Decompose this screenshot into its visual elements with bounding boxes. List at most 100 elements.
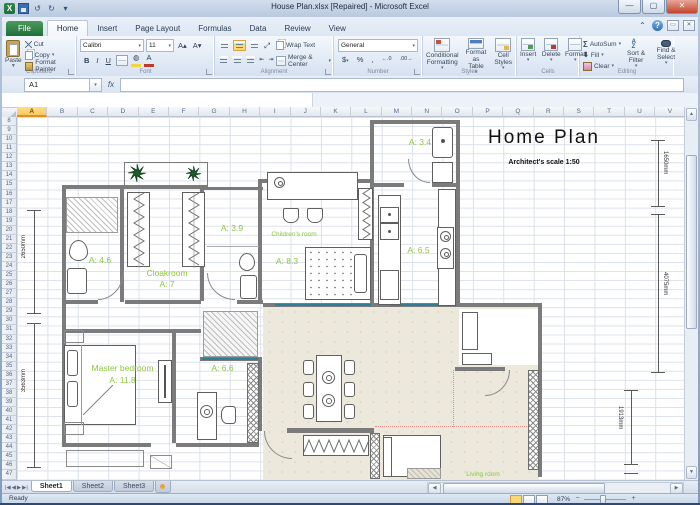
bold-button[interactable]: B	[82, 55, 91, 66]
scroll-down-button[interactable]: ▼	[686, 466, 697, 479]
row-header-29[interactable]: 29	[2, 307, 17, 316]
bottom-align-button[interactable]	[248, 40, 261, 51]
orientation-button[interactable]: ⤢	[262, 40, 272, 51]
grow-font-button[interactable]: A▴	[176, 40, 189, 51]
column-header-V[interactable]: V	[655, 107, 685, 117]
column-header-M[interactable]: M	[382, 107, 412, 117]
formula-bar-extension-input[interactable]	[2, 93, 313, 108]
alignment-dialog-launcher[interactable]	[325, 69, 331, 75]
borders-icon[interactable]	[116, 55, 128, 66]
help-icon[interactable]: ?	[652, 20, 663, 31]
font-size-select[interactable]: 11▾	[146, 39, 174, 52]
row-header-17[interactable]: 17	[2, 199, 17, 208]
row-header-45[interactable]: 45	[2, 452, 17, 461]
row-header-36[interactable]: 36	[2, 371, 17, 380]
row-header-20[interactable]: 20	[2, 226, 17, 235]
close-button[interactable]: ✕	[666, 0, 698, 14]
middle-align-button[interactable]	[233, 40, 246, 51]
sheet-tab-sheet3[interactable]: Sheet3	[114, 481, 154, 492]
wrap-text-button[interactable]: Wrap Text	[276, 41, 315, 51]
font-family-select[interactable]: Calibri▾	[80, 39, 144, 52]
cut-button[interactable]: Cut	[25, 39, 76, 49]
align-center-button[interactable]	[231, 55, 242, 66]
row-header-44[interactable]: 44	[2, 443, 17, 452]
minimize-button[interactable]: —	[618, 0, 641, 14]
ribbon-tab-page-layout[interactable]: Page Layout	[126, 21, 189, 36]
zoom-out-button[interactable]: −	[573, 495, 582, 503]
row-header-14[interactable]: 14	[2, 171, 17, 180]
column-header-N[interactable]: N	[412, 107, 442, 117]
collapse-ribbon-icon[interactable]: ⌃	[637, 20, 648, 31]
row-header-16[interactable]: 16	[2, 190, 17, 199]
column-header-P[interactable]: P	[473, 107, 503, 117]
merge-center-button[interactable]: Merge & Center▾	[276, 56, 331, 66]
row-header-43[interactable]: 43	[2, 434, 17, 443]
ribbon-tab-home[interactable]: Home	[47, 20, 88, 36]
column-header-R[interactable]: R	[534, 107, 564, 117]
increase-indent-button[interactable]: ⇥	[266, 55, 275, 66]
column-header-S[interactable]: S	[564, 107, 594, 117]
row-header-18[interactable]: 18	[2, 208, 17, 217]
row-header-8[interactable]: 8	[2, 117, 17, 126]
row-header-24[interactable]: 24	[2, 262, 17, 271]
row-header-15[interactable]: 15	[2, 180, 17, 189]
fx-icon[interactable]: fx	[102, 80, 120, 89]
row-header-27[interactable]: 27	[2, 289, 17, 298]
formula-input[interactable]	[120, 78, 684, 92]
name-box[interactable]: A1	[24, 78, 90, 92]
number-dialog-launcher[interactable]	[414, 69, 420, 75]
name-box-dropdown-icon[interactable]: ▾	[90, 78, 102, 92]
top-align-button[interactable]	[218, 40, 231, 51]
sheet-tab-sheet2[interactable]: Sheet2	[73, 481, 113, 492]
floor-plan-drawing[interactable]: Home Plan Architect's scale 1:50 A: 3.4 …	[17, 117, 685, 480]
row-header-19[interactable]: 19	[2, 217, 17, 226]
first-sheet-icon[interactable]: |◀	[5, 485, 11, 491]
shrink-font-button[interactable]: A▾	[191, 40, 204, 51]
row-header-39[interactable]: 39	[2, 398, 17, 407]
insert-worksheet-tab[interactable]	[155, 481, 171, 493]
row-header-28[interactable]: 28	[2, 298, 17, 307]
row-header-12[interactable]: 12	[2, 153, 17, 162]
column-header-I[interactable]: I	[260, 107, 290, 117]
column-header-U[interactable]: U	[625, 107, 655, 117]
column-header-G[interactable]: G	[199, 107, 229, 117]
row-header-25[interactable]: 25	[2, 271, 17, 280]
clipboard-dialog-launcher[interactable]	[68, 69, 74, 75]
row-header-23[interactable]: 23	[2, 253, 17, 262]
row-header-38[interactable]: 38	[2, 389, 17, 398]
column-header-D[interactable]: D	[108, 107, 138, 117]
row-header-33[interactable]: 33	[2, 344, 17, 353]
underline-button[interactable]: U	[104, 55, 113, 66]
column-header-Q[interactable]: Q	[503, 107, 533, 117]
row-header-32[interactable]: 32	[2, 335, 17, 344]
percent-style-button[interactable]: %	[355, 54, 366, 65]
align-left-button[interactable]	[218, 55, 229, 66]
font-color-button[interactable]: A	[144, 54, 153, 67]
ribbon-tab-view[interactable]: View	[320, 21, 355, 36]
row-header-37[interactable]: 37	[2, 380, 17, 389]
italic-button[interactable]: I	[94, 55, 100, 66]
prev-sheet-icon[interactable]: ◀	[12, 485, 16, 491]
row-header-41[interactable]: 41	[2, 416, 17, 425]
column-header-L[interactable]: L	[351, 107, 381, 117]
ribbon-tab-formulas[interactable]: Formulas	[189, 21, 240, 36]
paste-button[interactable]: Paste ▼	[2, 38, 25, 71]
row-header-22[interactable]: 22	[2, 244, 17, 253]
file-tab[interactable]: File	[6, 21, 43, 36]
zoom-level[interactable]: 87%	[557, 496, 570, 503]
row-header-10[interactable]: 10	[2, 135, 17, 144]
row-header-40[interactable]: 40	[2, 407, 17, 416]
workbook-close-icon[interactable]: ✕	[683, 20, 695, 31]
row-header-26[interactable]: 26	[2, 280, 17, 289]
font-dialog-launcher[interactable]	[206, 69, 212, 75]
row-header-47[interactable]: 47	[2, 470, 17, 479]
row-header-35[interactable]: 35	[2, 362, 17, 371]
number-format-select[interactable]: General▾	[338, 39, 418, 52]
column-header-A[interactable]: A	[17, 107, 47, 117]
row-header-31[interactable]: 31	[2, 325, 17, 334]
row-header-42[interactable]: 42	[2, 425, 17, 434]
column-header-J[interactable]: J	[291, 107, 321, 117]
row-header-46[interactable]: 46	[2, 461, 17, 470]
row-header-30[interactable]: 30	[2, 316, 17, 325]
column-header-T[interactable]: T	[594, 107, 624, 117]
